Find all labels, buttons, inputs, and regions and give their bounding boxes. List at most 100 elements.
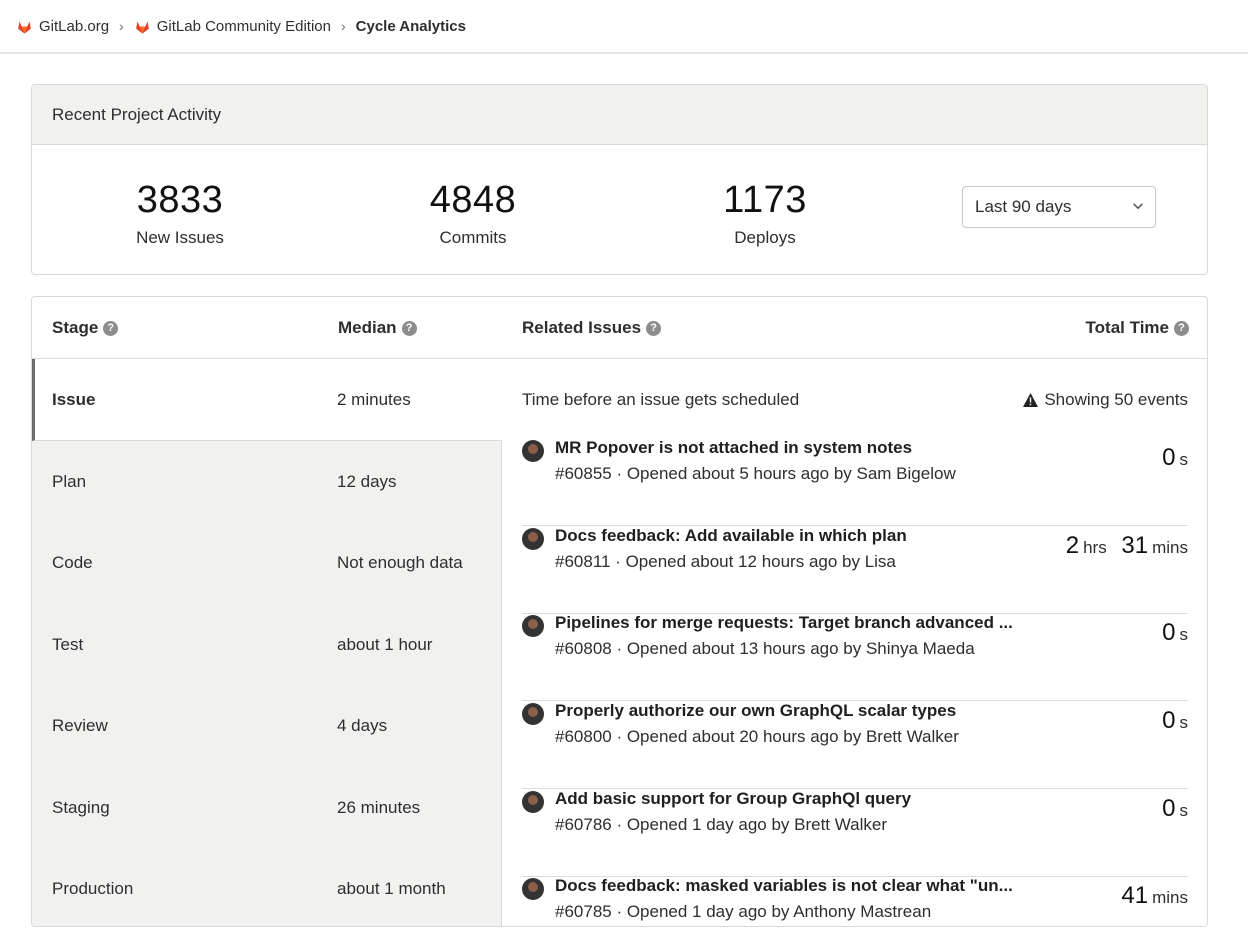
panel-title: Recent Project Activity <box>32 85 1207 145</box>
stage-item-code[interactable]: Code Not enough data <box>32 522 502 604</box>
time-value: 0 <box>1162 795 1176 822</box>
time-value: 31 <box>1121 532 1149 559</box>
stage-name: Test <box>52 634 84 654</box>
header-total-time: Total Time ? <box>1086 318 1189 338</box>
stage-name: Code <box>52 553 93 572</box>
issue-row: Docs feedback: Add available in which pl… <box>522 526 1188 614</box>
stage-name: Review <box>52 716 108 735</box>
stat-label: New Issues <box>136 228 224 247</box>
issue-meta: #60808 · Opened about 13 hours ago by Sh… <box>555 639 975 658</box>
header-related-issues: Related Issues ? <box>522 318 662 338</box>
stat-value: 3833 <box>136 179 224 221</box>
breadcrumb: GitLab.org › GitLab Community Edition › … <box>0 0 1248 54</box>
recent-activity-panel: Recent Project Activity 3833 New Issues … <box>31 84 1208 275</box>
time-unit: mins <box>1152 538 1188 557</box>
issue-total-time: 0s <box>1162 444 1188 472</box>
breadcrumb-item-current[interactable]: Cycle Analytics <box>356 18 466 35</box>
stat-new-issues: 3833 New Issues <box>80 181 280 248</box>
avatar[interactable] <box>522 878 544 900</box>
header-label: Stage <box>52 318 99 337</box>
stage-median: about 1 hour <box>337 634 433 654</box>
stage-median: Not enough data <box>337 553 463 572</box>
stat-value: 4848 <box>429 179 517 221</box>
breadcrumb-item-group[interactable]: GitLab.org <box>16 17 110 35</box>
issue-title-link[interactable]: MR Popover is not attached in system not… <box>555 438 912 458</box>
gitlab-logo-icon <box>133 17 151 35</box>
stage-item-review[interactable]: Review 4 days <box>32 685 502 767</box>
stage-median: 26 minutes <box>337 797 421 817</box>
avatar[interactable] <box>522 703 544 725</box>
issue-meta: #60800 · Opened about 20 hours ago by Br… <box>555 727 959 746</box>
time-unit: s <box>1179 625 1189 644</box>
issue-row: Docs feedback: masked variables is not c… <box>522 876 1188 926</box>
breadcrumb-separator: › <box>119 18 124 34</box>
question-circle-icon[interactable]: ? <box>103 320 119 336</box>
time-unit: s <box>1179 801 1189 820</box>
date-range-select[interactable]: Last 90 days <box>962 186 1156 228</box>
issue-total-time: 0s <box>1162 707 1188 735</box>
header-median: Median ? <box>338 318 417 338</box>
stat-deploys: 1173 Deploys <box>665 181 865 248</box>
time-value: 0 <box>1162 619 1176 646</box>
stage-item-test[interactable]: Test about 1 hour <box>32 603 502 685</box>
stage-name: Staging <box>52 797 110 817</box>
issue-row: Pipelines for merge requests: Target bra… <box>522 613 1188 701</box>
question-circle-icon[interactable]: ? <box>401 320 417 336</box>
avatar[interactable] <box>522 440 544 462</box>
issue-meta: #60786 · Opened 1 day ago by Brett Walke… <box>555 815 888 834</box>
stage-nav: Issue 2 minutes Plan 12 days Code Not en… <box>32 359 502 926</box>
issue-title-link[interactable]: Docs feedback: Add available in which pl… <box>555 526 907 546</box>
chevron-down-icon <box>1133 203 1143 209</box>
breadcrumb-label: GitLab.org <box>39 17 110 35</box>
stat-commits: 4848 Commits <box>373 181 573 248</box>
time-unit: hrs <box>1083 538 1107 557</box>
stage-median: about 1 month <box>337 879 446 898</box>
stage-median: 4 days <box>337 716 388 735</box>
issue-title-link[interactable]: Properly authorize our own GraphQL scala… <box>555 701 956 721</box>
stage-item-staging[interactable]: Staging 26 minutes <box>32 766 502 848</box>
time-unit: s <box>1179 713 1189 732</box>
table-header: Stage ? Median ? Related Issues ? Total … <box>32 297 1207 359</box>
issue-row: MR Popover is not attached in system not… <box>522 438 1188 526</box>
stat-label: Deploys <box>734 228 796 247</box>
breadcrumb-label: GitLab Community Edition <box>156 17 331 35</box>
avatar[interactable] <box>522 615 544 637</box>
events-limit-note: Showing 50 events <box>1022 390 1188 410</box>
time-value: 0 <box>1162 707 1176 734</box>
issue-row: Properly authorize our own GraphQL scala… <box>522 701 1188 789</box>
events-note-text: Showing 50 events <box>1044 390 1188 409</box>
issue-title-link[interactable]: Add basic support for Group GraphQl quer… <box>555 789 911 809</box>
issue-total-time: 0s <box>1162 795 1188 823</box>
time-value: 41 <box>1121 882 1149 909</box>
stat-value: 1173 <box>723 179 807 221</box>
stage-median: 12 days <box>337 471 397 491</box>
breadcrumb-item-project[interactable]: GitLab Community Edition <box>133 17 331 35</box>
time-unit: mins <box>1152 888 1188 907</box>
header-label: Related Issues <box>522 318 642 337</box>
issue-title-link[interactable]: Docs feedback: masked variables is not c… <box>555 876 1013 896</box>
issue-meta: #60855 · Opened about 5 hours ago by Sam… <box>555 464 956 483</box>
stages-panel: Stage ? Median ? Related Issues ? Total … <box>31 296 1208 927</box>
header-stage: Stage ? <box>52 318 119 338</box>
stage-name: Issue <box>52 390 96 409</box>
issue-total-time: 2 hrs 31 mins <box>1066 532 1188 560</box>
avatar[interactable] <box>522 528 544 550</box>
stat-label: Commits <box>439 228 507 247</box>
gitlab-logo-icon <box>16 17 33 35</box>
stage-item-plan[interactable]: Plan 12 days <box>32 440 502 522</box>
stage-item-issue[interactable]: Issue 2 minutes <box>32 359 502 441</box>
breadcrumb-label: Cycle Analytics <box>355 17 466 35</box>
time-value: 0 <box>1162 444 1176 471</box>
stage-item-production[interactable]: Production about 1 month <box>32 848 502 926</box>
avatar[interactable] <box>522 791 544 813</box>
stage-description: Time before an issue gets scheduled <box>522 390 800 409</box>
stage-median: 2 minutes <box>337 390 411 409</box>
question-circle-icon[interactable]: ? <box>646 320 662 336</box>
header-label: Total Time <box>1085 318 1169 337</box>
issue-title-link[interactable]: Pipelines for merge requests: Target bra… <box>555 613 1013 633</box>
question-circle-icon[interactable]: ? <box>1174 320 1189 336</box>
issue-total-time: 0s <box>1162 619 1188 647</box>
time-unit: s <box>1179 450 1189 469</box>
stage-name: Plan <box>52 471 87 491</box>
date-range-value: Last 90 days <box>975 197 1072 216</box>
